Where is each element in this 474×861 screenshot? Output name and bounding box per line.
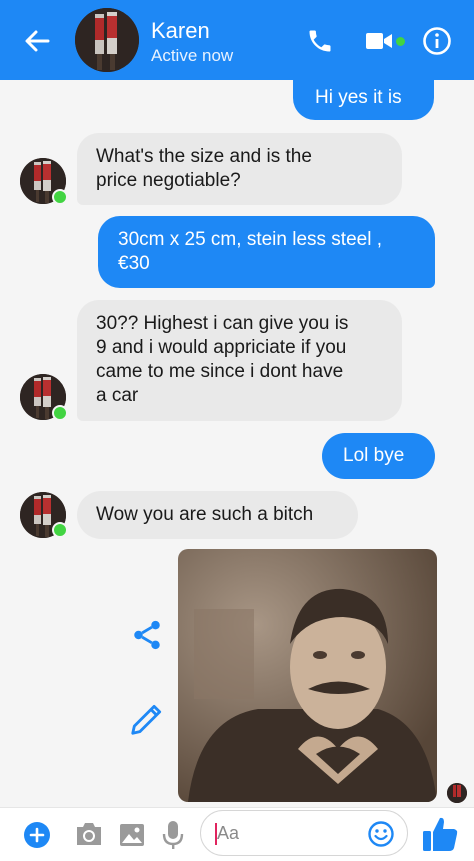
online-indicator [52, 189, 68, 205]
message-input[interactable]: Aa [200, 810, 408, 856]
message-incoming[interactable]: Wow you are such a bitch [77, 491, 358, 539]
active-status: Active now [151, 46, 234, 65]
plus-icon[interactable] [23, 821, 51, 849]
info-icon[interactable] [422, 26, 452, 56]
message-text: €30 [118, 253, 150, 274]
phone-icon[interactable] [306, 27, 334, 55]
input-placeholder: Aa [217, 823, 240, 843]
message-incoming[interactable]: 30?? Highest i can give you is 9 and i w… [77, 300, 402, 421]
message-outgoing[interactable]: Hi yes it is [293, 78, 434, 120]
edit-pencil-icon[interactable] [128, 700, 166, 738]
contact-avatar[interactable] [75, 8, 139, 72]
emoji-icon[interactable] [368, 821, 394, 847]
online-indicator [52, 405, 68, 421]
gallery-icon[interactable] [118, 822, 146, 848]
message-text: Wow you are such a bitch [96, 504, 314, 525]
message-text: came to me since i dont have [96, 361, 344, 382]
seen-avatar [447, 783, 467, 803]
message-text: a car [96, 385, 139, 406]
message-text: What's the size and is the [96, 146, 312, 167]
share-icon[interactable] [130, 618, 164, 652]
contact-name[interactable]: Karen [151, 18, 210, 44]
message-outgoing[interactable]: Lol bye [322, 433, 435, 479]
avatar-image [75, 8, 139, 72]
video-online-dot [396, 37, 405, 46]
message-text: 9 and i would appriciate if you [96, 337, 347, 358]
portrait-photo [178, 549, 437, 802]
message-text: 30cm x 25 cm, stein less steel , [118, 229, 382, 250]
message-outgoing[interactable]: 30cm x 25 cm, stein less steel , €30 [98, 216, 435, 288]
avatar-image [447, 783, 467, 803]
back-arrow-icon[interactable] [22, 26, 52, 56]
image-message[interactable] [178, 549, 437, 802]
message-text: price negotiable? [96, 170, 241, 191]
message-text: 30?? Highest i can give you is [96, 313, 349, 334]
camera-icon[interactable] [74, 821, 104, 847]
microphone-icon[interactable] [162, 819, 184, 851]
thumbs-up-icon[interactable] [420, 814, 460, 854]
message-text: Lol bye [343, 445, 405, 466]
video-camera-icon[interactable] [365, 30, 393, 52]
online-indicator [52, 522, 68, 538]
message-text: Hi yes it is [315, 87, 402, 108]
conversation-header: Karen Active now [0, 0, 474, 80]
message-incoming[interactable]: What's the size and is the price negotia… [77, 133, 402, 205]
